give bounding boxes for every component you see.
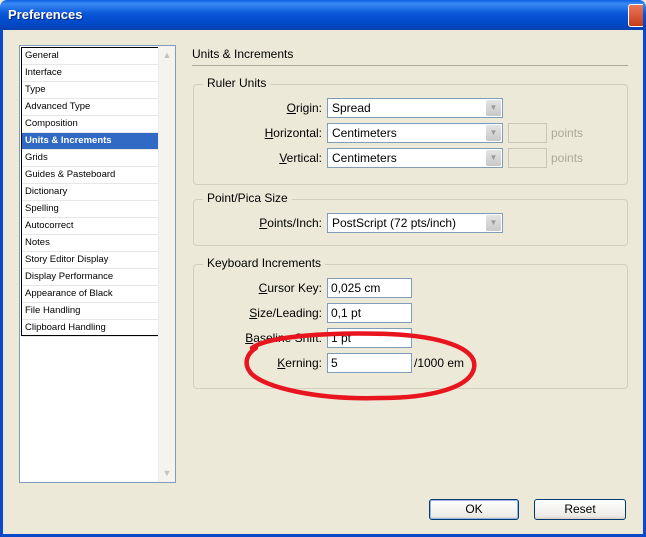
sidebar-item-spelling[interactable]: Spelling — [22, 201, 158, 218]
sidebar-item-advanced-type[interactable]: Advanced Type — [22, 99, 158, 116]
horizontal-select[interactable]: Centimeters ▼ — [327, 123, 503, 143]
scroll-down-icon[interactable]: ▼ — [161, 466, 173, 480]
sidebar-item-display-performance[interactable]: Display Performance — [22, 269, 158, 286]
cursor-key-input[interactable]: 0,025 cm — [327, 278, 412, 298]
origin-value: Spread — [332, 101, 371, 115]
sidebar-item-units-increments[interactable]: Units & Increments — [22, 133, 158, 150]
title-bar[interactable]: Preferences — [0, 0, 646, 30]
sidebar-item-general[interactable]: General — [22, 48, 158, 65]
origin-select[interactable]: Spread ▼ — [327, 98, 503, 118]
horizontal-value: Centimeters — [332, 126, 397, 140]
sidebar-item-story-editor-display[interactable]: Story Editor Display — [22, 252, 158, 269]
category-list-items: General Interface Type Advanced Type Composi… — [21, 47, 159, 337]
sidebar-item-notes[interactable]: Notes — [22, 235, 158, 252]
list-scrollbar[interactable]: ▲ ▼ — [158, 46, 175, 482]
vertical-select[interactable]: Centimeters ▼ — [327, 148, 503, 168]
window-title: Preferences — [8, 7, 83, 22]
reset-button[interactable]: Reset — [534, 499, 626, 520]
points-inch-value: PostScript (72 pts/inch) — [332, 216, 457, 230]
chevron-down-icon[interactable]: ▼ — [486, 100, 501, 116]
category-list[interactable]: General Interface Type Advanced Type Composi… — [19, 45, 176, 483]
point-pica-legend: Point/Pica Size — [203, 191, 292, 205]
vertical-points-input[interactable] — [508, 148, 547, 168]
vertical-points-label: points — [551, 151, 584, 165]
vertical-label: Vertical: — [279, 151, 322, 165]
keyboard-increments-legend: Keyboard Increments — [203, 256, 326, 270]
chevron-down-icon[interactable]: ▼ — [486, 215, 501, 231]
horizontal-points-input[interactable] — [508, 123, 547, 143]
sidebar-item-dictionary[interactable]: Dictionary — [22, 184, 158, 201]
scroll-up-icon[interactable]: ▲ — [161, 48, 173, 62]
sidebar-item-autocorrect[interactable]: Autocorrect — [22, 218, 158, 235]
sidebar-item-interface[interactable]: Interface — [22, 65, 158, 82]
kerning-label: Kerning: — [277, 356, 322, 370]
baseline-shift-label: Baseline Shift: — [245, 331, 322, 345]
cursor-key-label: Cursor Key: — [258, 281, 322, 295]
close-button[interactable] — [628, 4, 643, 27]
horizontal-label: Horizontal: — [264, 126, 322, 140]
sidebar-item-guides-pasteboard[interactable]: Guides & Pasteboard — [22, 167, 158, 184]
chevron-down-icon[interactable]: ▼ — [486, 150, 501, 166]
points-inch-select[interactable]: PostScript (72 pts/inch) ▼ — [327, 213, 503, 233]
ok-button[interactable]: OK — [429, 499, 519, 520]
horizontal-points-label: points — [551, 126, 584, 140]
kerning-unit-label: /1000 em — [414, 356, 465, 370]
sidebar-item-file-handling[interactable]: File Handling — [22, 303, 158, 320]
chevron-down-icon[interactable]: ▼ — [486, 125, 501, 141]
sidebar-item-clipboard-handling[interactable]: Clipboard Handling — [22, 320, 158, 337]
origin-label: Origin: — [286, 101, 322, 115]
size-leading-input[interactable]: 0,1 pt — [327, 303, 412, 323]
size-leading-label: Size/Leading: — [249, 306, 322, 320]
kerning-input[interactable]: 5 — [327, 353, 412, 373]
section-divider — [192, 65, 628, 66]
sidebar-item-appearance-of-black[interactable]: Appearance of Black — [22, 286, 158, 303]
sidebar-item-grids[interactable]: Grids — [22, 150, 158, 167]
baseline-shift-input[interactable]: 1 pt — [327, 328, 412, 348]
vertical-value: Centimeters — [332, 151, 397, 165]
sidebar-item-composition[interactable]: Composition — [22, 116, 158, 133]
points-inch-label: Points/Inch: — [259, 216, 322, 230]
section-title: Units & Increments — [192, 47, 294, 61]
ruler-units-legend: Ruler Units — [203, 76, 271, 90]
sidebar-item-type[interactable]: Type — [22, 82, 158, 99]
